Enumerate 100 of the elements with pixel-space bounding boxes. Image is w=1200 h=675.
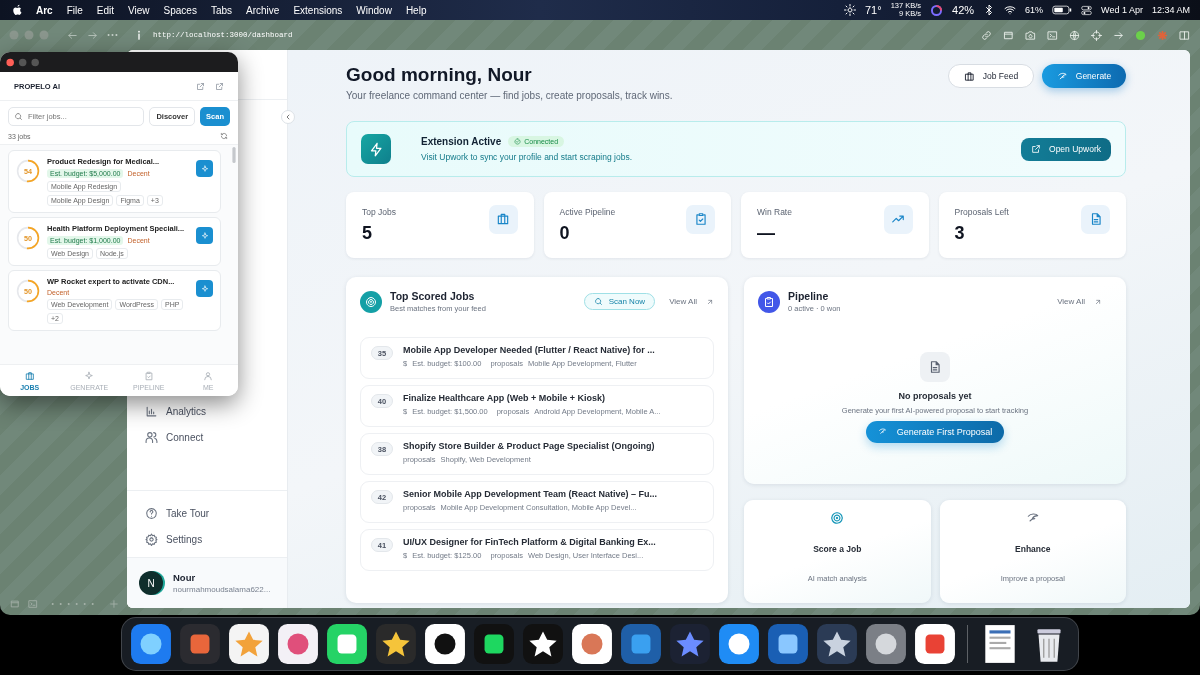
app-icon[interactable] — [424, 623, 466, 665]
menu-item[interactable]: View — [128, 4, 150, 16]
app-icon[interactable] — [620, 623, 662, 665]
sidebar-item-label: Analytics — [166, 406, 206, 417]
menu-item[interactable]: File — [66, 4, 83, 16]
menu-item[interactable]: Window — [356, 4, 392, 16]
clipboard-icon — [758, 290, 780, 313]
stat-value: 0 — [559, 222, 571, 244]
user-profile[interactable]: N Nour nourmahmoudsalama622... — [127, 558, 287, 608]
cpu-percent-text[interactable]: 42% — [952, 4, 975, 16]
menu-item[interactable]: Edit — [96, 4, 115, 16]
trend-up-icon — [883, 204, 913, 234]
target-icon — [360, 290, 382, 313]
sidebar-item[interactable]: Analytics — [137, 403, 277, 420]
job-title: Mobile App Developer Needed (Flutter / React Native) for ... — [403, 345, 655, 355]
open-upwork-button[interactable]: Open Upwork — [1021, 137, 1111, 161]
temperature-text[interactable]: 71° — [865, 4, 882, 16]
terminal-icon[interactable] — [1047, 29, 1058, 41]
scrollbar[interactable] — [232, 147, 236, 163]
arrow-up-right-icon — [706, 297, 714, 306]
settings-icon — [145, 533, 158, 546]
extension-dot-icon[interactable] — [1135, 29, 1146, 41]
app-icon[interactable] — [571, 623, 613, 665]
sidebar-item-label: Connect — [166, 432, 204, 443]
capture-icon[interactable] — [1003, 29, 1014, 41]
empty-state-title: No proposals yet — [898, 390, 972, 401]
quick-action-title: Score a Job — [813, 544, 862, 554]
app-icon[interactable] — [767, 623, 809, 665]
job-title: UI/UX Designer for FinTech Platform & Digital Banking Ex... — [403, 537, 656, 547]
view-all-link[interactable]: View All — [1057, 297, 1102, 306]
generate-button[interactable] — [196, 160, 213, 177]
more-icon[interactable] — [107, 33, 118, 37]
split-view-icon[interactable] — [1179, 29, 1190, 41]
sidebar-item[interactable]: Connect — [137, 429, 277, 446]
app-icon[interactable] — [277, 623, 319, 665]
clipboard-icon — [686, 204, 715, 234]
document-icon — [1081, 204, 1110, 234]
time-text[interactable]: 12:34 AM — [1151, 5, 1190, 15]
app-icon[interactable] — [522, 623, 564, 665]
card-title: Pipeline — [788, 290, 830, 302]
menu-item[interactable]: Tabs — [210, 4, 233, 16]
app-icon[interactable] — [473, 623, 515, 665]
banner-text: Visit Upwork to sync your profile and start scraping jobs. — [421, 152, 634, 162]
menu-item[interactable]: Archive — [246, 4, 280, 16]
briefcase-icon — [963, 70, 975, 82]
target-icon — [830, 511, 845, 525]
app-icon[interactable] — [718, 623, 760, 665]
battery-icon[interactable] — [1052, 5, 1073, 15]
app-icon[interactable] — [865, 623, 907, 665]
expand-icon[interactable] — [1113, 29, 1124, 41]
menu-item[interactable]: Help — [405, 4, 427, 16]
avatar: N — [139, 571, 163, 595]
app-icon[interactable] — [914, 623, 956, 665]
camera-icon[interactable] — [1025, 29, 1036, 41]
sidebar-item-label: Take Tour — [166, 508, 210, 519]
help-icon — [145, 507, 158, 520]
link-icon[interactable] — [981, 29, 992, 41]
crosshair-icon[interactable] — [1091, 29, 1102, 41]
gauge-icon[interactable] — [930, 3, 944, 17]
menu-item[interactable]: Extensions — [293, 4, 343, 16]
job-feed-button[interactable]: Job Feed — [948, 64, 1034, 88]
generate-button[interactable] — [196, 227, 213, 244]
battery-percent-text[interactable]: 61% — [1025, 5, 1044, 15]
scan-now-button[interactable]: Scan Now — [583, 293, 656, 310]
wifi-icon[interactable] — [1004, 4, 1017, 16]
clipboard-icon — [143, 370, 154, 381]
generate-button[interactable] — [196, 280, 213, 297]
chevron-left-icon — [284, 113, 292, 121]
stat-label: Top Jobs — [362, 206, 397, 217]
info-icon[interactable] — [137, 30, 141, 40]
sun-icon[interactable] — [844, 4, 856, 16]
globe-icon[interactable] — [1069, 29, 1080, 41]
menu-item[interactable]: Spaces — [163, 4, 197, 16]
score-ring: 50 — [16, 226, 40, 250]
view-all-link[interactable]: View All — [669, 297, 714, 306]
menu-app-name[interactable]: Arc — [36, 4, 53, 16]
sidebar-item[interactable]: Take Tour — [137, 505, 277, 522]
score-ring: 54 — [16, 159, 40, 183]
search-icon — [593, 297, 603, 306]
sparkle-icon — [200, 284, 209, 293]
app-icon[interactable] — [375, 623, 417, 665]
sparkle-icon — [200, 164, 209, 173]
generate-button[interactable]: Generate — [1042, 64, 1126, 88]
job-title: Finalize Healthcare App (Web + Mobile + Kiosk) — [403, 393, 607, 403]
stat-value: 5 — [362, 222, 373, 244]
stat-label: Win Rate — [757, 206, 792, 217]
app-icon[interactable] — [130, 623, 172, 665]
control-center-icon[interactable] — [1081, 4, 1093, 16]
app-icon[interactable] — [326, 623, 368, 665]
sparkle-icon — [200, 231, 209, 240]
sidebar-item[interactable]: Settings — [137, 531, 277, 548]
app-icon[interactable] — [228, 623, 270, 665]
refresh-icon[interactable] — [220, 132, 228, 140]
app-icon[interactable] — [816, 623, 858, 665]
apple-icon[interactable] — [12, 4, 22, 16]
search-icon — [14, 112, 23, 121]
external-link-icon — [1031, 144, 1042, 154]
page-title: Good morning, Nour — [346, 64, 533, 86]
date-text[interactable]: Wed 1 Apr — [1101, 5, 1143, 15]
generate-first-proposal-button[interactable]: Generate First Proposal — [865, 420, 1005, 443]
